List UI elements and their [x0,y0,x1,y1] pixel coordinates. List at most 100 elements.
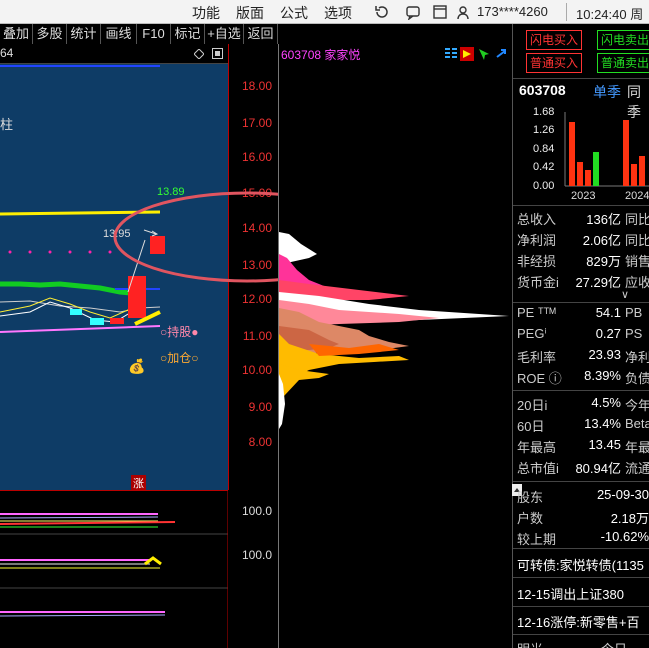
user-phone[interactable]: 173****4260 [477,4,548,19]
rise-badge: 涨 [131,475,146,491]
news-item[interactable]: 12-15调出上证380 [517,584,624,603]
row-label: 净利润 [517,233,557,248]
menu-layout[interactable]: 版面 [236,3,264,23]
menu-formula[interactable]: 公式 [280,3,308,23]
row-value: -10.62% [600,529,649,544]
tab-single-quarter[interactable]: 单季 [593,82,621,102]
row-extra: PB [625,305,643,320]
row-extra: 流通 [625,461,649,476]
row-value: 27.29亿 [575,275,621,290]
row-label: PE ᵀᵀᴹ [517,305,556,320]
magenta-dotted-line [8,250,112,254]
bar [639,156,645,186]
price-tick: 16.00 [241,150,272,164]
row-value: 2.18万 [610,511,649,526]
candlestick-chart[interactable]: 64 柱 13.89 13.95 ○持股● ○加仓○ 💰 涨 [0,44,228,491]
moneybag-icon: 💰 [128,358,146,374]
cyan-candle [70,309,82,315]
upper-yellow-line [0,210,161,216]
current-price-label: 13.95 [103,228,131,240]
news-item[interactable]: 12-16涨停:新零售+百 [517,612,639,631]
refresh-icon[interactable] [374,4,390,20]
price-tick: 12.00 [241,292,272,306]
indicator-tick: 100.0 [242,548,273,562]
white-wave [0,301,129,323]
row-value: 13.45 [588,437,621,452]
normal-sell-button[interactable]: 普通卖出 [597,53,649,73]
row-label: 股东 [517,490,544,505]
add-watchlist-button[interactable]: +自选 [205,24,244,44]
bar [585,170,591,186]
row-extra: 同比 [625,233,649,248]
row-extra: 净利 [625,350,649,365]
row-value: 80.94亿 [575,461,621,476]
divider [513,390,649,391]
price-axis: 18.00 17.00 16.00 15.00 14.00 13.00 12.0… [228,44,278,490]
bar [631,164,637,186]
bar [593,152,599,186]
red-candle [110,318,124,324]
divider [513,205,649,206]
row-label: 较上期 [517,532,557,547]
footer-left-label[interactable]: 明光 [517,639,543,648]
price-tick: 17.00 [241,116,272,130]
indicator-panels[interactable]: 100.0 100.0 [0,490,278,648]
row-label: 毛利率 [517,350,557,365]
flash-buy-button[interactable]: 闪电买入 [526,30,582,50]
footer-right-label[interactable]: 今日 [601,639,627,648]
red-candle [150,236,165,254]
row-value: 0.27 [595,326,621,341]
row-label: ROE ⓘ [517,371,562,386]
row-label: 非经损 [517,254,557,269]
row-value: 23.93 [588,347,621,362]
divider [513,78,649,79]
price-tick: 8.00 [248,435,272,449]
info-panel: 闪电买入 闪电卖出 普通买入 普通卖出 603708 单季 同季 1.68 1.… [512,24,649,648]
draw-line-button[interactable]: 画线 [101,24,137,44]
divider [566,3,567,21]
cyan-candle [90,318,104,325]
row-value: 829万 [586,254,621,269]
row-label: 年最高 [517,440,557,455]
back-button[interactable]: 返回 [244,24,278,44]
row-label: 60日 [517,419,545,434]
indicator-tick: 100.0 [242,504,273,518]
divider [513,577,649,578]
hold-signal: ○持股● [160,325,199,339]
message-icon[interactable] [405,4,421,20]
divider [513,606,649,607]
row-value: 4.5% [591,395,621,410]
news-item[interactable]: 可转债:家悦转债(1135 [517,555,644,574]
add-signal: ○加仓○ [160,351,199,365]
chevron-down-icon[interactable]: ∨ [621,288,629,301]
price-series [0,210,165,333]
price-tick: 11.00 [242,329,272,343]
quarterly-bar-chart: 1.68 1.26 0.84 0.42 0.00 2023 2024 [513,106,649,206]
multi-stock-button[interactable]: 多股 [33,24,67,44]
volume-profile-panel[interactable]: 603708 家家悦 [278,44,512,648]
price-tick: 14.00 [241,221,272,235]
user-icon[interactable] [455,4,471,20]
divider [513,481,649,482]
statistics-button[interactable]: 统计 [67,24,101,44]
normal-buy-button[interactable]: 普通买入 [526,53,582,73]
window-icon[interactable] [432,4,448,20]
bar [577,162,583,186]
price-tick: 10.00 [241,363,272,377]
price-tick: 18.00 [241,79,272,93]
row-value: 13.4% [584,416,621,431]
flash-sell-button[interactable]: 闪电卖出 [597,30,649,50]
peak-price-label: 13.89 [157,186,185,198]
mark-button[interactable]: 标记 [171,24,205,44]
row-value: 2.06亿 [582,233,621,248]
f10-button[interactable]: F10 [137,24,171,44]
menu-function[interactable]: 功能 [192,3,220,23]
row-value: 8.39% [584,368,621,383]
overlay-button[interactable]: 叠加 [0,24,33,44]
row-value: 136亿 [586,212,621,227]
bar [569,122,575,186]
divider [513,302,649,303]
menu-options[interactable]: 选项 [324,3,352,23]
stock-code: 603708 [519,82,566,98]
bar-x-label: 2024 [625,190,649,202]
